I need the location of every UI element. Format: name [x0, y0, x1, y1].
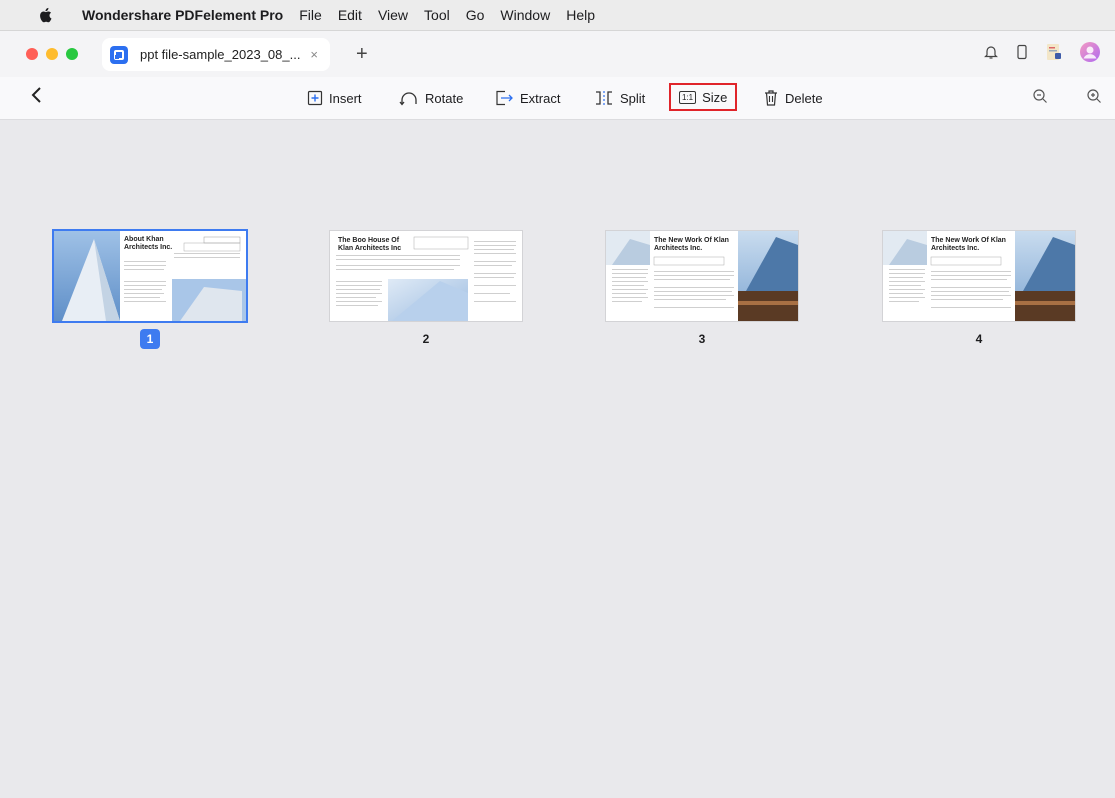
menu-help[interactable]: Help [566, 7, 595, 23]
back-chevron-icon[interactable] [30, 85, 44, 110]
rotate-icon [399, 92, 417, 106]
extract-button[interactable]: Extract [494, 86, 560, 110]
page-toolbar: Insert Rotate Extract Split 1:1 Size Del… [0, 77, 1115, 120]
device-icon[interactable] [1015, 44, 1029, 65]
size-button[interactable]: 1:1 Size [669, 83, 738, 111]
size-label: Size [702, 89, 728, 105]
extract-icon [496, 90, 513, 106]
delete-label: Delete [785, 90, 823, 106]
zoom-window-button[interactable] [66, 48, 78, 60]
tab-bar: ppt file-sample_2023_08_... × + [0, 31, 1115, 77]
minimize-window-button[interactable] [46, 48, 58, 60]
size-icon: 1:1 [679, 90, 697, 104]
page-number-3[interactable]: 3 [692, 329, 712, 349]
zoom-out-icon[interactable] [1032, 88, 1048, 109]
menu-edit[interactable]: Edit [338, 7, 362, 23]
page-thumbnail-grid: About Khan Architects Inc. 1 The Boo Hou… [0, 120, 1115, 798]
insert-button[interactable]: Insert [307, 86, 362, 110]
page-3-title: The New Work Of Klan Architects Inc. [654, 237, 729, 252]
tab-title: ppt file-sample_2023_08_... [140, 47, 301, 62]
page-thumbnail-4[interactable]: The New Work Of Klan Architects Inc. [883, 231, 1075, 321]
page-number-4[interactable]: 4 [969, 329, 989, 349]
page-4-title: The New Work Of Klan Architects Inc. [931, 237, 1006, 252]
window-controls [26, 48, 78, 60]
extract-label: Extract [520, 90, 561, 106]
pdfelement-logo-icon [110, 45, 128, 64]
page-number-2[interactable]: 2 [416, 329, 436, 349]
page-thumbnail-2[interactable]: The Boo House Of Klan Architects Inc [330, 231, 522, 321]
rotate-label: Rotate [425, 90, 464, 106]
menu-view[interactable]: View [378, 7, 408, 23]
menu-window[interactable]: Window [500, 7, 550, 23]
tab-close-icon[interactable]: × [310, 47, 318, 62]
page-thumbnail-1[interactable]: About Khan Architects Inc. [54, 231, 246, 321]
close-window-button[interactable] [26, 48, 38, 60]
menu-file[interactable]: File [299, 7, 322, 23]
trash-icon [765, 90, 777, 106]
app-name-menu[interactable]: Wondershare PDFelement Pro [82, 7, 283, 23]
bell-icon[interactable] [983, 44, 999, 65]
page-thumbnail-3[interactable]: The New Work Of Klan Architects Inc. [606, 231, 798, 321]
page-number-1[interactable]: 1 [140, 329, 160, 349]
menu-tool[interactable]: Tool [424, 7, 450, 23]
delete-button[interactable]: Delete [763, 86, 823, 110]
menu-bar: Wondershare PDFelement Pro File Edit Vie… [0, 0, 1115, 31]
menu-go[interactable]: Go [466, 7, 485, 23]
page-1-title: About Khan Architects Inc. [124, 236, 173, 251]
zoom-in-icon[interactable] [1086, 88, 1102, 109]
tab-bar-right-icons [983, 41, 1101, 68]
rotate-button[interactable]: Rotate [399, 86, 463, 110]
new-tab-button[interactable]: + [356, 43, 368, 66]
insert-label: Insert [329, 90, 362, 106]
insert-icon [307, 90, 323, 106]
document-tab[interactable]: ppt file-sample_2023_08_... × [102, 38, 330, 71]
split-button[interactable]: Split [594, 86, 645, 110]
split-label: Split [620, 90, 646, 106]
document-icon[interactable] [1045, 43, 1063, 66]
page-2-title: The Boo House Of Klan Architects Inc [338, 237, 402, 252]
split-icon [596, 91, 612, 105]
avatar[interactable] [1079, 41, 1101, 68]
apple-icon[interactable] [38, 7, 56, 23]
